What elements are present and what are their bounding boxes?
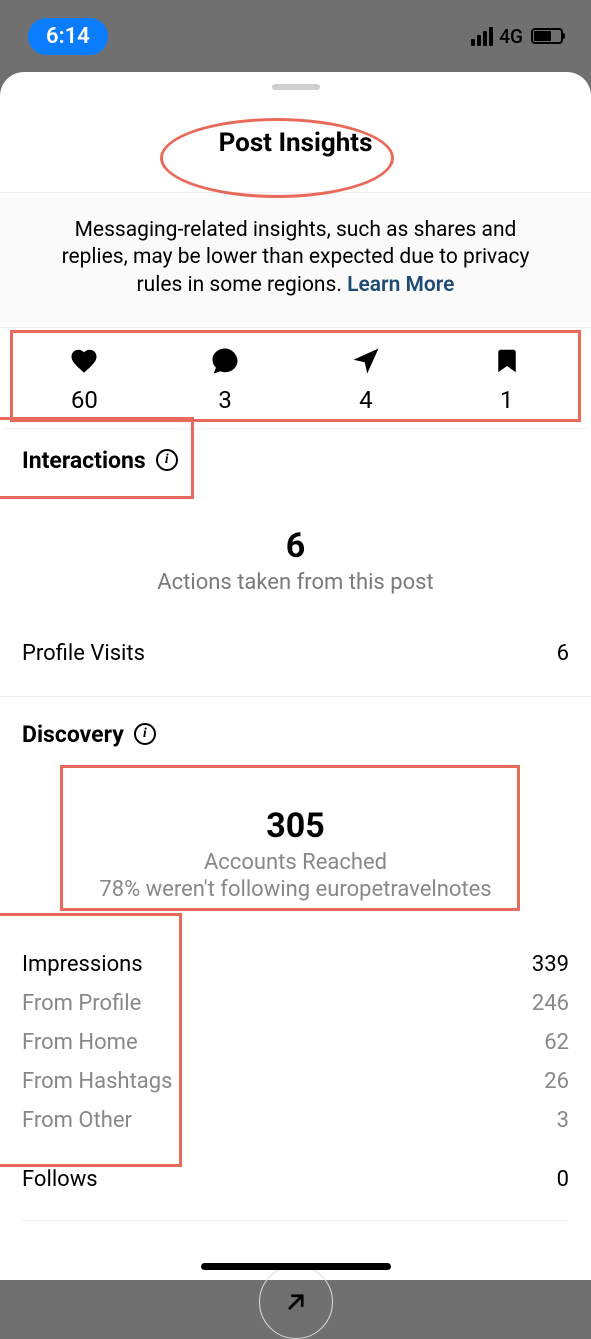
shares-stat: 4 (296, 346, 437, 414)
not-following-text: 78% weren't following europetravelnotes (22, 877, 569, 902)
share-icon (351, 346, 381, 376)
source-label: From Profile (22, 991, 141, 1016)
saves-stat: 1 (436, 346, 577, 414)
status-time: 6:14 (28, 18, 108, 55)
source-value: 26 (544, 1069, 569, 1094)
info-icon[interactable]: i (156, 449, 178, 471)
comment-icon (210, 346, 240, 376)
comments-count: 3 (218, 386, 232, 414)
discovery-header: Discovery i (22, 721, 569, 748)
bookmark-icon (492, 346, 522, 376)
source-label: From Hashtags (22, 1069, 172, 1094)
interactions-header: Interactions i (22, 447, 569, 474)
signal-icon (471, 27, 493, 46)
follows-row: Follows 0 (22, 1167, 569, 1221)
accounts-reached-block: 305 Accounts Reached 78% weren't followi… (22, 806, 569, 902)
profile-visits-row: Profile Visits 6 (22, 595, 569, 666)
interactions-label: Interactions (22, 447, 146, 474)
battery-icon (531, 28, 563, 44)
source-value: 3 (557, 1108, 569, 1133)
interactions-total: 6 (22, 526, 569, 566)
impressions-source-row: From Home 62 (22, 1026, 569, 1059)
follows-label: Follows (22, 1167, 98, 1192)
impressions-source-row: From Other 3 (22, 1104, 569, 1137)
learn-more-link[interactable]: Learn More (347, 273, 454, 297)
profile-visits-value: 6 (557, 641, 569, 666)
accounts-reached-value: 305 (22, 806, 569, 846)
comments-stat: 3 (155, 346, 296, 414)
status-right: 4G (471, 25, 563, 48)
discovery-label: Discovery (22, 721, 124, 748)
source-label: From Home (22, 1030, 138, 1055)
source-value: 246 (532, 991, 569, 1016)
impressions-value: 339 (532, 952, 569, 977)
follows-value: 0 (557, 1167, 569, 1192)
page-title: Post Insights (0, 128, 591, 158)
home-indicator[interactable] (201, 1263, 391, 1270)
impressions-block: Impressions 339 From Profile 246 From Ho… (22, 948, 569, 1137)
profile-visits-label: Profile Visits (22, 641, 145, 666)
privacy-notice: Messaging-related insights, such as shar… (0, 192, 591, 328)
likes-count: 60 (71, 386, 98, 414)
impressions-label: Impressions (22, 952, 143, 977)
source-label: From Other (22, 1108, 132, 1133)
network-label: 4G (499, 25, 523, 48)
heart-icon (69, 346, 99, 376)
page-header: Post Insights (0, 90, 591, 192)
status-bar: 6:14 4G (0, 0, 591, 72)
discovery-section: Discovery i 305 Accounts Reached 78% wer… (0, 696, 591, 1339)
saves-count: 1 (500, 386, 514, 414)
share-insights-button[interactable] (259, 1265, 333, 1339)
sheet: Post Insights Messaging-related insights… (0, 72, 591, 1280)
shares-count: 4 (359, 386, 373, 414)
engagement-row: 60 3 4 1 (4, 328, 587, 429)
likes-stat: 60 (14, 346, 155, 414)
share-arrow-icon (281, 1287, 311, 1317)
interactions-subtitle: Actions taken from this post (22, 570, 569, 595)
impressions-source-row: From Hashtags 26 (22, 1065, 569, 1098)
interactions-section: Interactions i 6 Actions taken from this… (0, 429, 591, 666)
accounts-reached-label: Accounts Reached (22, 850, 569, 875)
info-icon[interactable]: i (134, 723, 156, 745)
notice-text: Messaging-related insights, such as shar… (62, 218, 530, 297)
impressions-row: Impressions 339 (22, 948, 569, 981)
source-value: 62 (544, 1030, 569, 1055)
impressions-source-row: From Profile 246 (22, 987, 569, 1020)
